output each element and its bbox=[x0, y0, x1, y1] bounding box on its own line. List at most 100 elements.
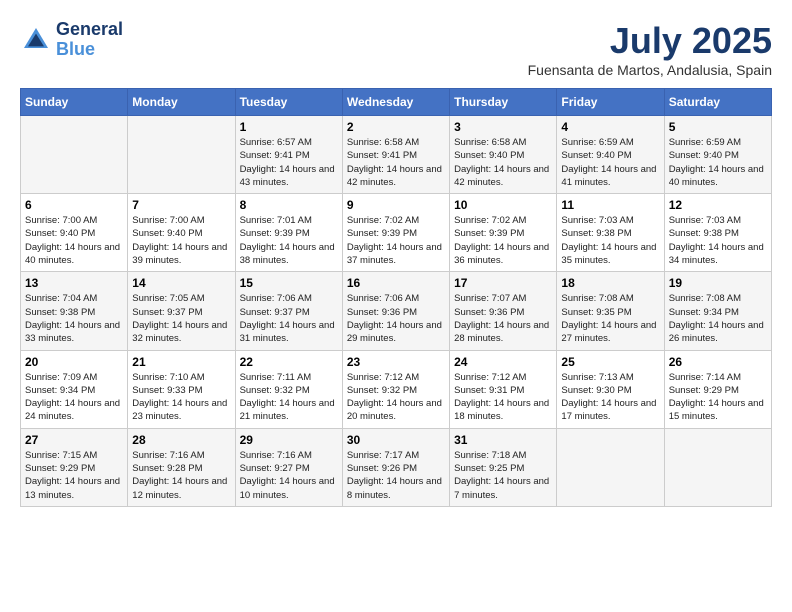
day-number: 20 bbox=[25, 355, 123, 369]
calendar-cell: 14 Sunrise: 7:05 AM Sunset: 9:37 PM Dayli… bbox=[128, 272, 235, 350]
week-row-1: 1 Sunrise: 6:57 AM Sunset: 9:41 PM Daylig… bbox=[21, 116, 772, 194]
calendar-cell: 31Sunrise: 7:18 AM Sunset: 9:25 PM Dayli… bbox=[450, 428, 557, 506]
weekday-header-wednesday: Wednesday bbox=[342, 89, 449, 116]
calendar-cell: 19Sunrise: 7:08 AM Sunset: 9:34 PM Dayli… bbox=[664, 272, 771, 350]
calendar-cell: 17Sunrise: 7:07 AM Sunset: 9:36 PM Dayli… bbox=[450, 272, 557, 350]
calendar-cell: 5 Sunrise: 6:59 AM Sunset: 9:40 PM Daylig… bbox=[664, 116, 771, 194]
day-info: Sunrise: 7:11 AM Sunset: 9:32 PM Dayligh… bbox=[240, 371, 338, 424]
calendar-cell: 18 Sunrise: 7:08 AM Sunset: 9:35 PM Dayli… bbox=[557, 272, 664, 350]
day-number: 16 bbox=[347, 276, 445, 290]
calendar-cell: 10 Sunrise: 7:02 AM Sunset: 9:39 PM Dayli… bbox=[450, 194, 557, 272]
day-info: Sunrise: 7:05 AM Sunset: 9:37 PM Dayligh… bbox=[132, 292, 230, 345]
day-info: Sunrise: 7:06 AM Sunset: 9:37 PM Dayligh… bbox=[240, 292, 338, 345]
day-number: 9 bbox=[347, 198, 445, 212]
logo-line1: General bbox=[56, 20, 123, 40]
calendar-cell: 11 Sunrise: 7:03 AM Sunset: 9:38 PM Dayli… bbox=[557, 194, 664, 272]
location-subtitle: Fuensanta de Martos, Andalusia, Spain bbox=[528, 62, 772, 78]
calendar-cell: 7Sunrise: 7:00 AM Sunset: 9:40 PM Daylig… bbox=[128, 194, 235, 272]
day-info: Sunrise: 7:18 AM Sunset: 9:25 PM Dayligh… bbox=[454, 449, 552, 502]
day-info: Sunrise: 7:01 AM Sunset: 9:39 PM Dayligh… bbox=[240, 214, 338, 267]
day-info: Sunrise: 7:03 AM Sunset: 9:38 PM Dayligh… bbox=[561, 214, 659, 267]
day-info: Sunrise: 7:08 AM Sunset: 9:35 PM Dayligh… bbox=[561, 292, 659, 345]
weekday-header-row: SundayMondayTuesdayWednesdayThursdayFrid… bbox=[21, 89, 772, 116]
week-row-5: 27 Sunrise: 7:15 AM Sunset: 9:29 PM Dayli… bbox=[21, 428, 772, 506]
day-info: Sunrise: 7:17 AM Sunset: 9:26 PM Dayligh… bbox=[347, 449, 445, 502]
week-row-4: 20 Sunrise: 7:09 AM Sunset: 9:34 PM Dayli… bbox=[21, 350, 772, 428]
day-info: Sunrise: 7:06 AM Sunset: 9:36 PM Dayligh… bbox=[347, 292, 445, 345]
week-row-3: 13Sunrise: 7:04 AM Sunset: 9:38 PM Dayli… bbox=[21, 272, 772, 350]
calendar-cell: 4Sunrise: 6:59 AM Sunset: 9:40 PM Daylig… bbox=[557, 116, 664, 194]
weekday-header-monday: Monday bbox=[128, 89, 235, 116]
day-number: 4 bbox=[561, 120, 659, 134]
day-info: Sunrise: 7:12 AM Sunset: 9:32 PM Dayligh… bbox=[347, 371, 445, 424]
calendar-cell bbox=[21, 116, 128, 194]
calendar-table: SundayMondayTuesdayWednesdayThursdayFrid… bbox=[20, 88, 772, 507]
calendar-cell: 13Sunrise: 7:04 AM Sunset: 9:38 PM Dayli… bbox=[21, 272, 128, 350]
calendar-cell: 9 Sunrise: 7:02 AM Sunset: 9:39 PM Daylig… bbox=[342, 194, 449, 272]
day-number: 7 bbox=[132, 198, 230, 212]
calendar-cell: 21 Sunrise: 7:10 AM Sunset: 9:33 PM Dayli… bbox=[128, 350, 235, 428]
day-info: Sunrise: 7:02 AM Sunset: 9:39 PM Dayligh… bbox=[454, 214, 552, 267]
calendar-cell: 26 Sunrise: 7:14 AM Sunset: 9:29 PM Dayli… bbox=[664, 350, 771, 428]
day-number: 15 bbox=[240, 276, 338, 290]
day-info: Sunrise: 7:09 AM Sunset: 9:34 PM Dayligh… bbox=[25, 371, 123, 424]
day-number: 21 bbox=[132, 355, 230, 369]
day-number: 8 bbox=[240, 198, 338, 212]
calendar-cell: 22Sunrise: 7:11 AM Sunset: 9:32 PM Dayli… bbox=[235, 350, 342, 428]
day-number: 5 bbox=[669, 120, 767, 134]
calendar-cell: 25 Sunrise: 7:13 AM Sunset: 9:30 PM Dayli… bbox=[557, 350, 664, 428]
day-info: Sunrise: 7:16 AM Sunset: 9:28 PM Dayligh… bbox=[132, 449, 230, 502]
day-info: Sunrise: 6:58 AM Sunset: 9:40 PM Dayligh… bbox=[454, 136, 552, 189]
day-number: 30 bbox=[347, 433, 445, 447]
day-info: Sunrise: 7:02 AM Sunset: 9:39 PM Dayligh… bbox=[347, 214, 445, 267]
day-info: Sunrise: 7:03 AM Sunset: 9:38 PM Dayligh… bbox=[669, 214, 767, 267]
page-header: General Blue July 2025 Fuensanta de Mart… bbox=[20, 20, 772, 78]
day-info: Sunrise: 6:59 AM Sunset: 9:40 PM Dayligh… bbox=[669, 136, 767, 189]
calendar-cell: 6Sunrise: 7:00 AM Sunset: 9:40 PM Daylig… bbox=[21, 194, 128, 272]
month-title: July 2025 bbox=[528, 20, 772, 62]
day-info: Sunrise: 7:12 AM Sunset: 9:31 PM Dayligh… bbox=[454, 371, 552, 424]
calendar-cell bbox=[557, 428, 664, 506]
day-number: 11 bbox=[561, 198, 659, 212]
day-number: 27 bbox=[25, 433, 123, 447]
day-info: Sunrise: 6:58 AM Sunset: 9:41 PM Dayligh… bbox=[347, 136, 445, 189]
day-info: Sunrise: 7:07 AM Sunset: 9:36 PM Dayligh… bbox=[454, 292, 552, 345]
logo-text: General Blue bbox=[56, 20, 123, 60]
day-number: 19 bbox=[669, 276, 767, 290]
day-number: 18 bbox=[561, 276, 659, 290]
day-number: 2 bbox=[347, 120, 445, 134]
day-number: 1 bbox=[240, 120, 338, 134]
day-number: 29 bbox=[240, 433, 338, 447]
logo-icon bbox=[20, 24, 52, 56]
calendar-cell: 3 Sunrise: 6:58 AM Sunset: 9:40 PM Daylig… bbox=[450, 116, 557, 194]
day-number: 10 bbox=[454, 198, 552, 212]
calendar-cell: 29Sunrise: 7:16 AM Sunset: 9:27 PM Dayli… bbox=[235, 428, 342, 506]
day-number: 24 bbox=[454, 355, 552, 369]
calendar-cell: 16 Sunrise: 7:06 AM Sunset: 9:36 PM Dayli… bbox=[342, 272, 449, 350]
week-row-2: 6Sunrise: 7:00 AM Sunset: 9:40 PM Daylig… bbox=[21, 194, 772, 272]
calendar-cell: 23Sunrise: 7:12 AM Sunset: 9:32 PM Dayli… bbox=[342, 350, 449, 428]
day-number: 26 bbox=[669, 355, 767, 369]
day-number: 12 bbox=[669, 198, 767, 212]
calendar-cell: 1 Sunrise: 6:57 AM Sunset: 9:41 PM Daylig… bbox=[235, 116, 342, 194]
day-number: 14 bbox=[132, 276, 230, 290]
weekday-header-thursday: Thursday bbox=[450, 89, 557, 116]
weekday-header-sunday: Sunday bbox=[21, 89, 128, 116]
weekday-header-saturday: Saturday bbox=[664, 89, 771, 116]
day-number: 25 bbox=[561, 355, 659, 369]
day-info: Sunrise: 7:15 AM Sunset: 9:29 PM Dayligh… bbox=[25, 449, 123, 502]
day-info: Sunrise: 7:04 AM Sunset: 9:38 PM Dayligh… bbox=[25, 292, 123, 345]
calendar-cell: 15 Sunrise: 7:06 AM Sunset: 9:37 PM Dayli… bbox=[235, 272, 342, 350]
day-info: Sunrise: 7:13 AM Sunset: 9:30 PM Dayligh… bbox=[561, 371, 659, 424]
day-number: 3 bbox=[454, 120, 552, 134]
day-info: Sunrise: 7:14 AM Sunset: 9:29 PM Dayligh… bbox=[669, 371, 767, 424]
calendar-cell: 12 Sunrise: 7:03 AM Sunset: 9:38 PM Dayli… bbox=[664, 194, 771, 272]
logo: General Blue bbox=[20, 20, 123, 60]
logo-line2: Blue bbox=[56, 39, 95, 59]
calendar-cell bbox=[664, 428, 771, 506]
calendar-cell: 8 Sunrise: 7:01 AM Sunset: 9:39 PM Daylig… bbox=[235, 194, 342, 272]
calendar-cell: 30 Sunrise: 7:17 AM Sunset: 9:26 PM Dayli… bbox=[342, 428, 449, 506]
day-info: Sunrise: 7:10 AM Sunset: 9:33 PM Dayligh… bbox=[132, 371, 230, 424]
calendar-cell: 27 Sunrise: 7:15 AM Sunset: 9:29 PM Dayli… bbox=[21, 428, 128, 506]
day-info: Sunrise: 6:57 AM Sunset: 9:41 PM Dayligh… bbox=[240, 136, 338, 189]
